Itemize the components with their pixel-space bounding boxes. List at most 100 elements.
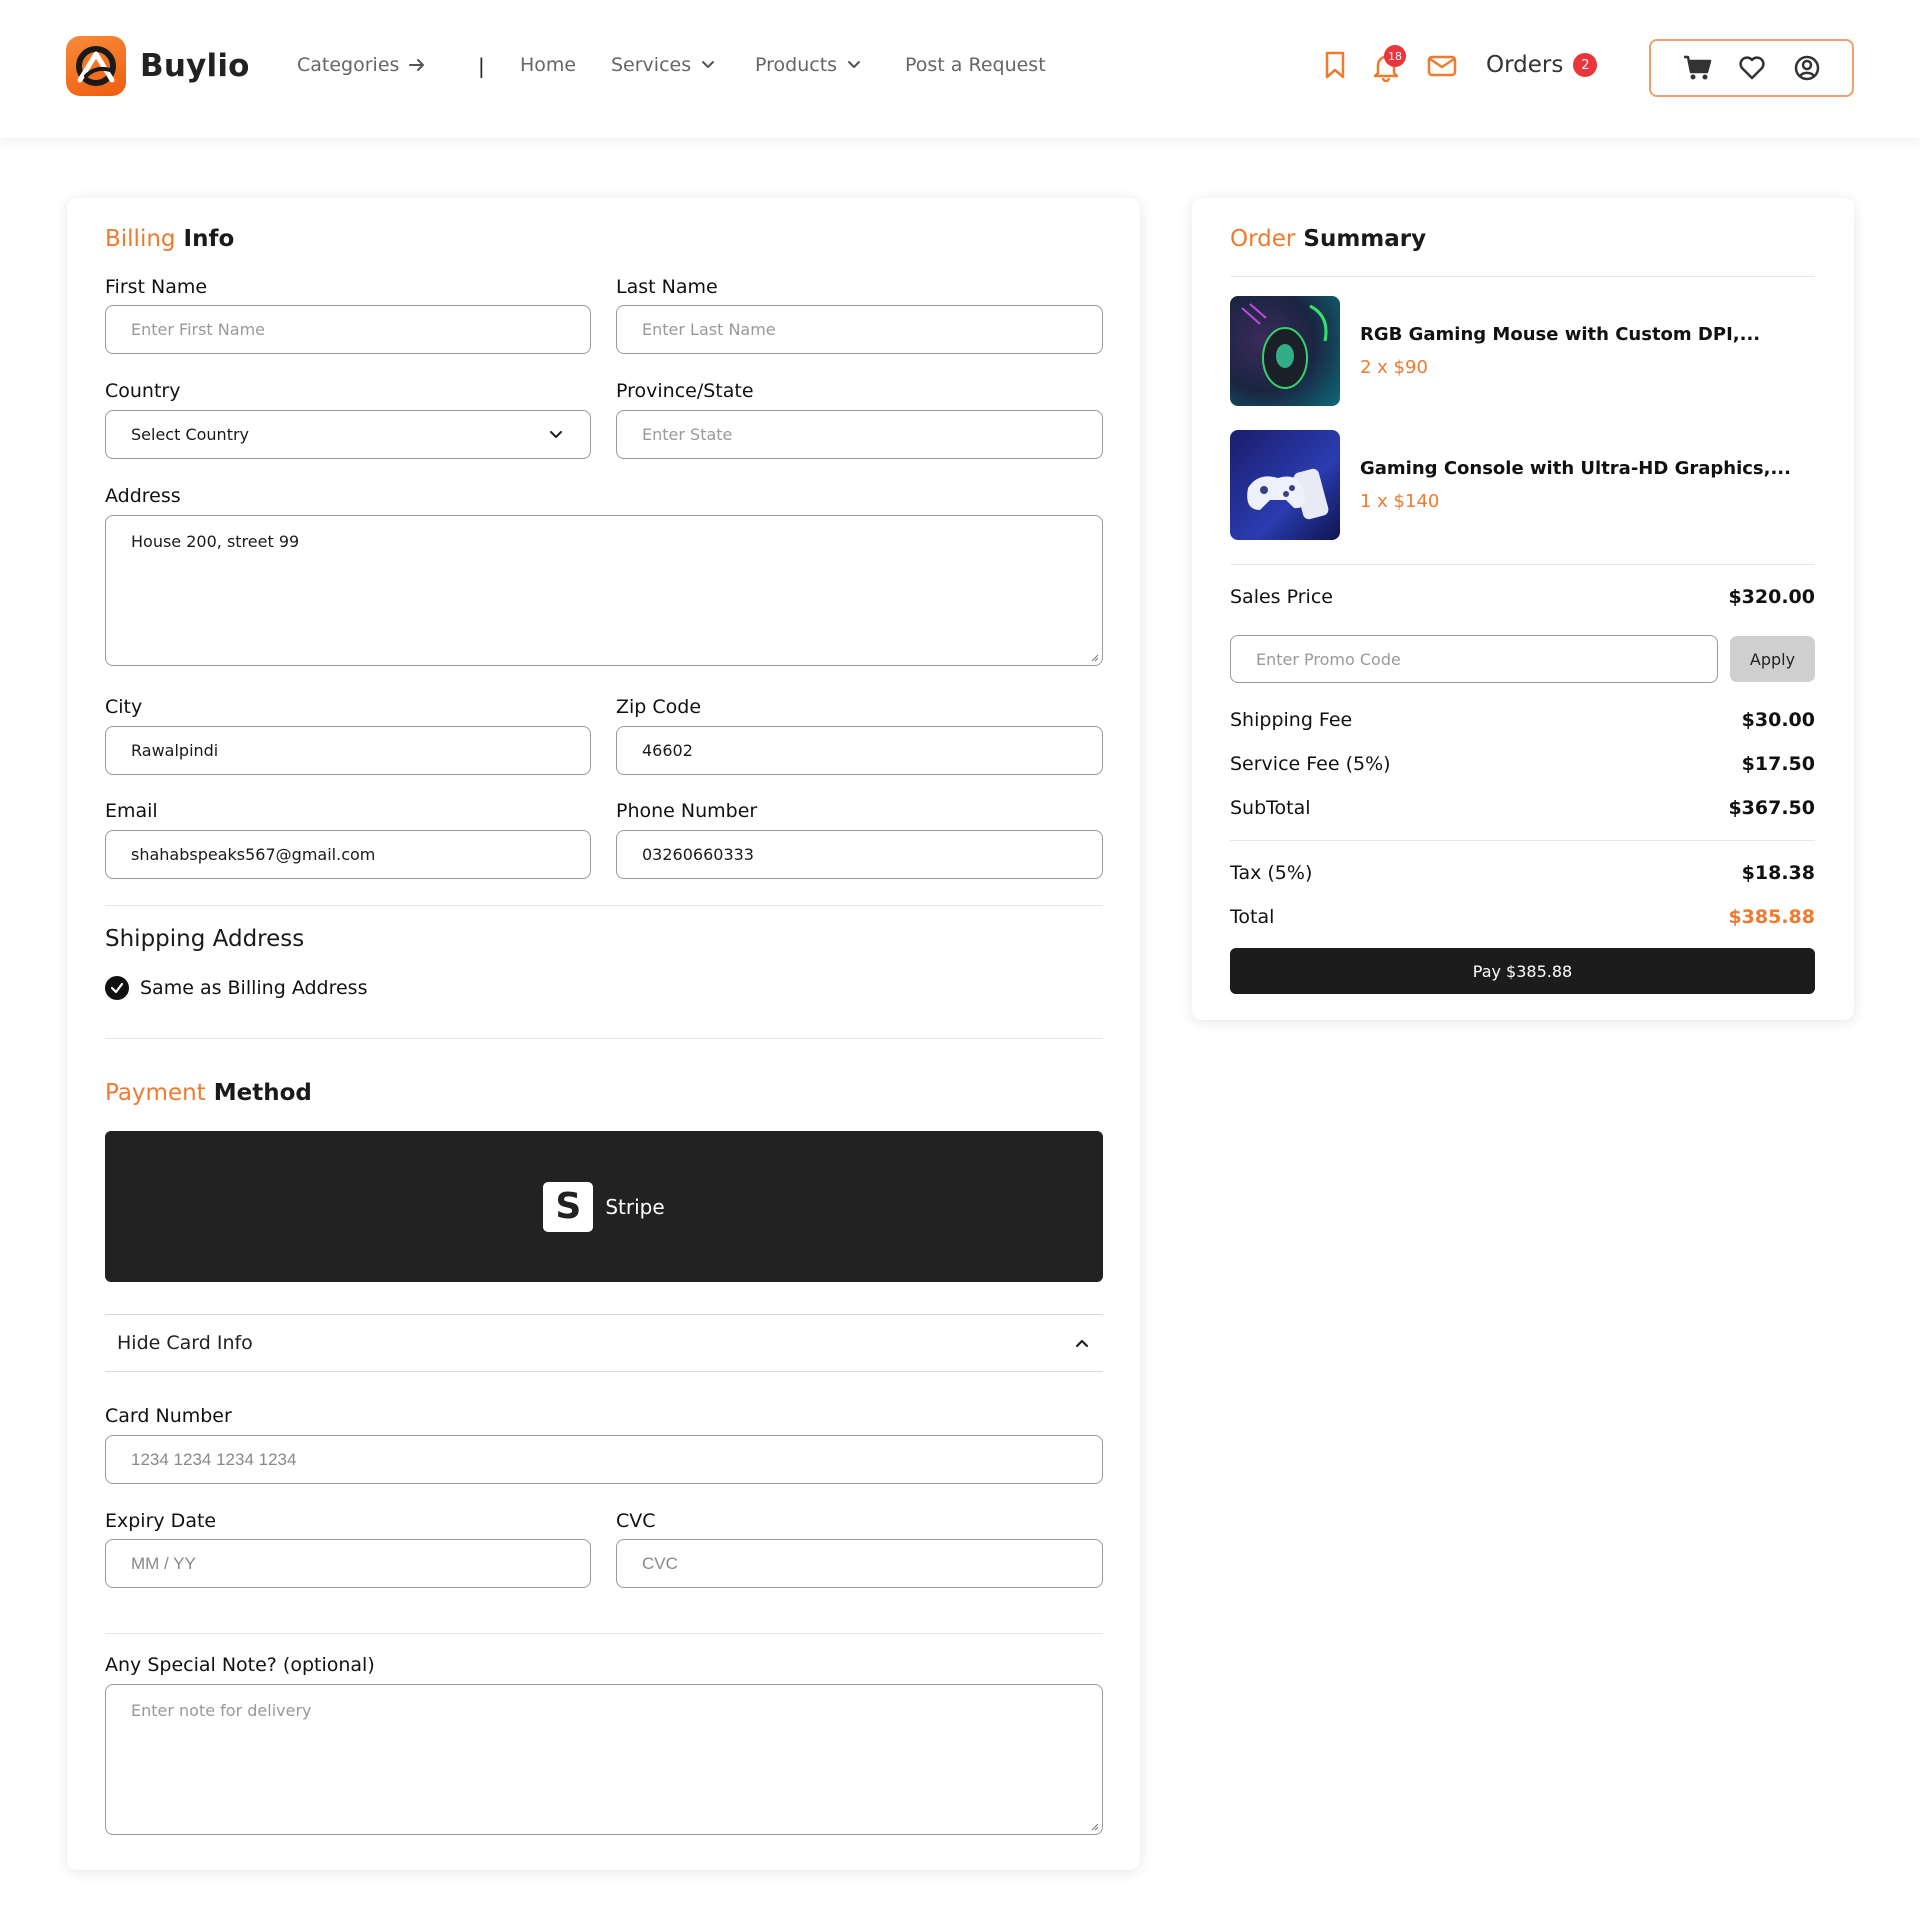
tax-label: Tax (5%) bbox=[1230, 862, 1313, 884]
resize-handle-icon[interactable] bbox=[1089, 652, 1099, 662]
cart-icon[interactable] bbox=[1682, 54, 1712, 82]
user-account-icon[interactable] bbox=[1793, 54, 1821, 82]
product-qty-price: 1 x $140 bbox=[1360, 491, 1440, 512]
nav-post-request-label: Post a Request bbox=[905, 54, 1046, 76]
state-input[interactable]: Enter State bbox=[616, 410, 1103, 459]
nav-products[interactable]: Products bbox=[755, 54, 863, 76]
sales-price-value: $320.00 bbox=[1728, 586, 1815, 608]
nav-home-label: Home bbox=[520, 54, 577, 76]
nav-categories[interactable]: Categories bbox=[297, 54, 427, 76]
tax-row: Tax (5%) $18.38 bbox=[1230, 862, 1815, 884]
zip-code-input[interactable]: 46602 bbox=[616, 726, 1103, 775]
nav-products-label: Products bbox=[755, 54, 838, 76]
orders-count-badge: 2 bbox=[1573, 53, 1598, 77]
brand-name: Buylio bbox=[140, 48, 250, 84]
tax-value: $18.38 bbox=[1741, 862, 1815, 884]
service-fee-row: Service Fee (5%) $17.50 bbox=[1230, 753, 1815, 775]
header-actions-box bbox=[1649, 39, 1854, 97]
bookmark-icon[interactable] bbox=[1322, 50, 1348, 80]
billing-info-title: Billing Info bbox=[105, 226, 235, 252]
nav-services-label: Services bbox=[611, 54, 692, 76]
sales-price-row: Sales Price $320.00 bbox=[1230, 586, 1815, 608]
subtotal-row: SubTotal $367.50 bbox=[1230, 797, 1815, 819]
promo-code-input[interactable]: Enter Promo Code bbox=[1230, 635, 1718, 683]
stripe-logo-icon: S bbox=[543, 1181, 594, 1232]
phone-label: Phone Number bbox=[616, 800, 758, 822]
service-fee-value: $17.50 bbox=[1741, 753, 1815, 775]
first-name-label: First Name bbox=[105, 276, 208, 298]
checkout-form-card: Billing Info First Name Enter First Name… bbox=[67, 198, 1140, 1870]
special-note-label: Any Special Note? (optional) bbox=[105, 1654, 375, 1676]
expiry-date-input[interactable]: MM / YY bbox=[105, 1539, 591, 1588]
order-summary-card: Order Summary RGB Gaming Mouse with Cust… bbox=[1192, 198, 1854, 1020]
shipping-fee-row: Shipping Fee $30.00 bbox=[1230, 709, 1815, 731]
shipping-fee-label: Shipping Fee bbox=[1230, 709, 1353, 731]
product-qty-price: 2 x $90 bbox=[1360, 357, 1428, 378]
product-thumbnail bbox=[1230, 296, 1340, 406]
address-value: House 200, street 99 bbox=[131, 532, 300, 551]
chevron-up-icon bbox=[1075, 1339, 1089, 1348]
stripe-label: Stripe bbox=[605, 1194, 665, 1219]
orders-link[interactable]: Orders 2 bbox=[1486, 52, 1598, 78]
city-input[interactable]: Rawalpindi bbox=[105, 726, 591, 775]
nav-categories-label: Categories bbox=[297, 54, 400, 76]
card-number-input[interactable]: 1234 1234 1234 1234 bbox=[105, 1435, 1103, 1484]
nav-post-request[interactable]: Post a Request bbox=[905, 54, 1046, 76]
divider bbox=[105, 1038, 1103, 1039]
heart-icon[interactable] bbox=[1738, 55, 1766, 81]
subtotal-label: SubTotal bbox=[1230, 797, 1311, 819]
pay-button[interactable]: Pay $385.88 bbox=[1230, 948, 1815, 994]
service-fee-label: Service Fee (5%) bbox=[1230, 753, 1391, 775]
expiry-date-label: Expiry Date bbox=[105, 1510, 217, 1532]
brand-logo[interactable]: Buylio bbox=[66, 36, 250, 96]
nav-home[interactable]: Home bbox=[520, 54, 576, 76]
country-selected-value: Select Country bbox=[131, 425, 250, 444]
stripe-payment-option[interactable]: S Stripe bbox=[105, 1131, 1103, 1282]
cvc-input[interactable]: CVC bbox=[616, 1539, 1103, 1588]
nav-services[interactable]: Services bbox=[611, 54, 717, 76]
sales-price-label: Sales Price bbox=[1230, 586, 1333, 608]
card-number-label: Card Number bbox=[105, 1405, 232, 1427]
chevron-down-icon bbox=[702, 61, 715, 68]
checkmark-icon bbox=[105, 976, 129, 1000]
special-note-textarea[interactable]: Enter note for delivery bbox=[105, 1684, 1103, 1835]
zip-code-label: Zip Code bbox=[616, 696, 702, 718]
order-item[interactable]: Gaming Console with Ultra-HD Graphics,..… bbox=[1230, 430, 1791, 540]
last-name-label: Last Name bbox=[616, 276, 718, 298]
email-input[interactable]: shahabspeaks567@gmail.com bbox=[105, 830, 591, 879]
divider bbox=[105, 1633, 1103, 1634]
divider bbox=[1230, 276, 1815, 277]
product-name: RGB Gaming Mouse with Custom DPI,... bbox=[1360, 324, 1761, 345]
state-label: Province/State bbox=[616, 380, 754, 402]
last-name-input[interactable]: Enter Last Name bbox=[616, 305, 1103, 354]
first-name-input[interactable]: Enter First Name bbox=[105, 305, 591, 354]
product-thumbnail bbox=[1230, 430, 1340, 540]
email-label: Email bbox=[105, 800, 158, 822]
cvc-label: CVC bbox=[616, 1510, 656, 1532]
total-label: Total bbox=[1230, 906, 1275, 928]
city-label: City bbox=[105, 696, 143, 718]
shipping-fee-value: $30.00 bbox=[1741, 709, 1815, 731]
country-select[interactable]: Select Country bbox=[105, 410, 591, 459]
same-as-billing-checkbox[interactable]: Same as Billing Address bbox=[105, 976, 367, 1000]
hide-card-info-label: Hide Card Info bbox=[117, 1332, 253, 1354]
top-header: Buylio Categories | Home Services Produc… bbox=[0, 0, 1920, 138]
resize-handle-icon[interactable] bbox=[1089, 1821, 1099, 1831]
nav-separator: | bbox=[478, 54, 485, 78]
mail-icon[interactable] bbox=[1427, 54, 1457, 78]
subtotal-value: $367.50 bbox=[1728, 797, 1815, 819]
order-item[interactable]: RGB Gaming Mouse with Custom DPI,... 2 x… bbox=[1230, 296, 1760, 406]
divider bbox=[1230, 564, 1815, 565]
arrow-right-icon bbox=[409, 59, 425, 71]
payment-method-title: Payment Method bbox=[105, 1080, 312, 1106]
address-textarea[interactable]: House 200, street 99 bbox=[105, 515, 1103, 666]
special-note-placeholder: Enter note for delivery bbox=[131, 1701, 312, 1720]
same-as-billing-label: Same as Billing Address bbox=[140, 977, 368, 999]
hide-card-info-toggle[interactable]: Hide Card Info bbox=[105, 1314, 1103, 1372]
orders-label: Orders bbox=[1486, 52, 1564, 78]
apply-promo-button[interactable]: Apply bbox=[1730, 636, 1815, 682]
total-value: $385.88 bbox=[1728, 906, 1815, 928]
product-name: Gaming Console with Ultra-HD Graphics,..… bbox=[1360, 458, 1791, 479]
phone-input[interactable]: 03260660333 bbox=[616, 830, 1103, 879]
total-row: Total $385.88 bbox=[1230, 906, 1815, 928]
